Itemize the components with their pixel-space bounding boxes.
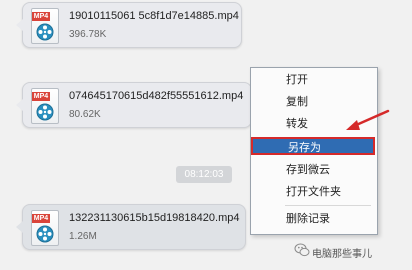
bubble-tail [16,221,23,233]
mp4-badge: MP4 [32,12,50,21]
mp4-file-icon: MP4 [31,88,59,124]
menu-item-save-to-weiyun[interactable]: 存到微云 [260,160,370,180]
menu-item-open-folder[interactable]: 打开文件夹 [260,182,370,202]
menu-item-open[interactable]: 打开 [260,70,370,90]
file-name[interactable]: 19010115061 5c8f1d7e14885.mp4 [69,10,239,22]
watermark-text: 电脑那些事儿 [312,249,372,260]
wechat-icon [294,243,310,257]
file-size: 80.62K [69,109,101,120]
mp4-badge: MP4 [32,92,50,101]
film-reel-icon [36,225,54,243]
file-message-2[interactable]: MP4 074645170615d482f55551612.mp4 80.62K [16,82,252,128]
bubble-tail [16,99,23,111]
menu-item-save-as[interactable]: 另存为 [251,137,375,155]
file-size: 1.26M [69,231,97,242]
mp4-file-icon: MP4 [31,8,59,44]
mp4-badge: MP4 [32,214,50,223]
file-name[interactable]: 074645170615d482f55551612.mp4 [69,90,243,102]
file-name[interactable]: 132231130615b15d19818420.mp4 [69,212,239,224]
menu-item-delete-record[interactable]: 删除记录 [260,209,370,229]
film-reel-icon [36,23,54,41]
context-menu: 打开 复制 转发 另存为 存到微云 打开文件夹 删除记录 [250,67,378,235]
film-reel-icon [36,103,54,121]
menu-separator [285,205,371,206]
file-message-3[interactable]: MP4 132231130615b15d19818420.mp4 1.26M [16,204,246,250]
annotation-arrow-icon [346,109,390,130]
bubble-tail [16,19,23,31]
message-timestamp: 08:12:03 [176,166,232,183]
file-size: 396.78K [69,29,107,40]
file-message-1[interactable]: MP4 19010115061 5c8f1d7e14885.mp4 396.78… [16,2,242,48]
mp4-file-icon: MP4 [31,210,59,246]
